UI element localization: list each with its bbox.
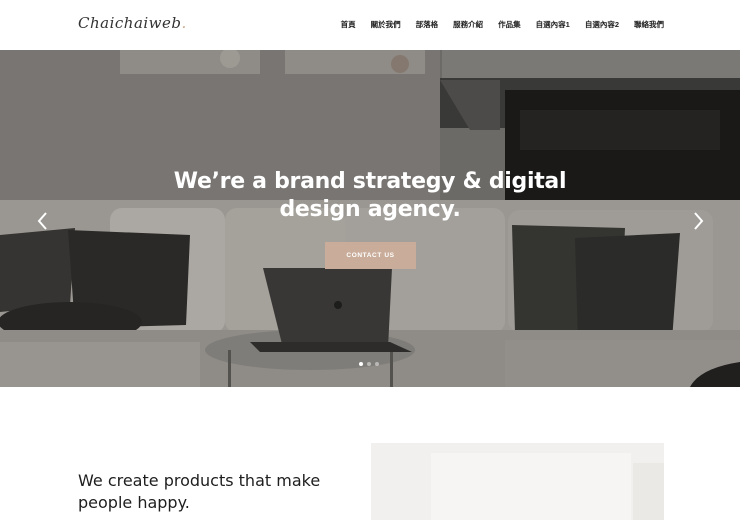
nav-item-blog[interactable]: 部落格 xyxy=(416,19,439,30)
main-nav: 首頁 關於我們 部落格 服務介紹 作品集 自選內容1 自選內容2 聯絡我們 xyxy=(341,19,664,30)
slider-dot-2[interactable] xyxy=(367,362,371,366)
hero-title-line-2: design agency. xyxy=(279,197,461,222)
slider-dot-3[interactable] xyxy=(375,362,379,366)
logo-text: Chaichaiweb xyxy=(78,14,182,32)
nav-item-home[interactable]: 首頁 xyxy=(341,19,356,30)
slider-dots xyxy=(359,362,379,366)
chevron-right-icon xyxy=(694,212,704,230)
slider-dot-1[interactable] xyxy=(359,362,363,366)
intro-heading: We create products that make people happ… xyxy=(78,471,321,512)
intro-image-graphic xyxy=(371,443,664,520)
nav-item-services[interactable]: 服務介紹 xyxy=(453,19,483,30)
chevron-left-icon xyxy=(37,212,47,230)
hero-slider: We’re a brand strategy & digital design … xyxy=(0,50,740,387)
prev-slide-button[interactable] xyxy=(35,210,51,232)
contact-us-button[interactable]: CONTACT US xyxy=(325,242,416,269)
nav-item-custom-2[interactable]: 自選內容2 xyxy=(585,19,619,30)
site-header: Chaichaiweb. 首頁 關於我們 部落格 服務介紹 作品集 自選內容1 … xyxy=(0,0,740,50)
nav-item-about[interactable]: 關於我們 xyxy=(371,19,401,30)
nav-item-contact[interactable]: 聯絡我們 xyxy=(634,19,664,30)
hero-title: We’re a brand strategy & digital design … xyxy=(0,168,740,224)
next-slide-button[interactable] xyxy=(690,210,706,232)
nav-item-custom-1[interactable]: 自選內容1 xyxy=(536,19,570,30)
nav-item-portfolio[interactable]: 作品集 xyxy=(498,19,521,30)
hero-title-line-1: We’re a brand strategy & digital xyxy=(173,169,567,194)
logo-dot: . xyxy=(181,14,187,32)
intro-image xyxy=(371,443,664,520)
site-logo[interactable]: Chaichaiweb. xyxy=(78,14,187,32)
